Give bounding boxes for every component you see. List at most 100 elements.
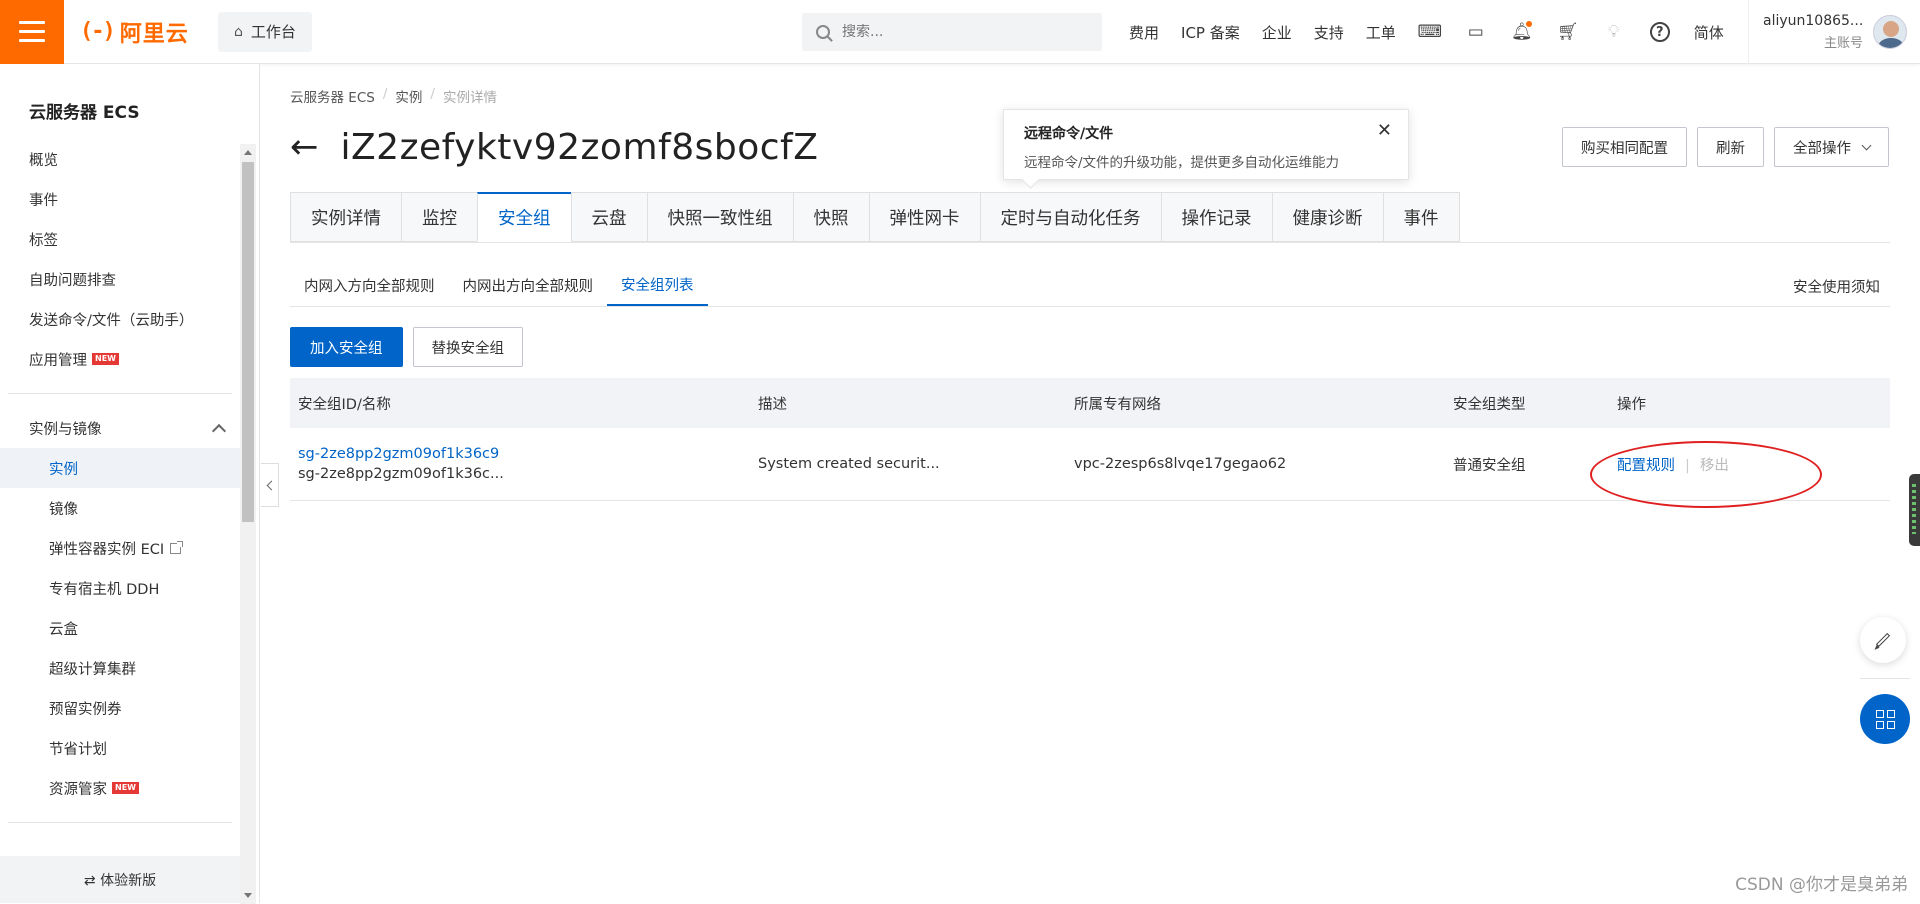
subtab-security-group-list[interactable]: 安全组列表 [607, 264, 708, 306]
apps-grid-button[interactable] [1860, 694, 1910, 744]
sidebar-item-label: 专有宿主机 DDH [49, 581, 160, 598]
language-switch[interactable]: 简体 [1694, 22, 1724, 43]
aliyun-logo[interactable]: (-) 阿里云 [80, 0, 200, 64]
sidebar-item-ddh[interactable]: 专有宿主机 DDH [0, 568, 240, 608]
table-row: sg-2ze8pp2gzm09of1k36c9 sg-2ze8pp2gzm09o… [290, 428, 1890, 501]
search-input[interactable] [842, 24, 1062, 40]
security-group-actions: 加入安全组 替换安全组 [290, 327, 523, 367]
sidebar: 云服务器 ECS 概览 事件 标签 自助问题排查 发送命令/文件（云助手） 应用… [0, 64, 260, 904]
tab-monitoring[interactable]: 监控 [401, 192, 477, 242]
popover-title: 远程命令/文件 [1024, 126, 1114, 142]
tab-eni[interactable]: 弹性网卡 [868, 192, 980, 242]
back-arrow-icon[interactable]: ← [290, 130, 319, 164]
tab-health-diagnosis[interactable]: 健康诊断 [1271, 192, 1383, 242]
tab-scheduled-tasks[interactable]: 定时与自动化任务 [979, 192, 1161, 242]
hamburger-menu-icon[interactable] [0, 0, 64, 64]
replace-security-group-button[interactable]: 替换安全组 [412, 327, 523, 367]
bulb-icon[interactable]: 💡︎ [1603, 21, 1625, 43]
sidebar-scrollbar[interactable] [240, 144, 256, 904]
sidebar-item-send-command[interactable]: 发送命令/文件（云助手） [0, 299, 240, 339]
header-actions: 购买相同配置 刷新 全部操作 [1562, 127, 1889, 167]
sidebar-item-app-management[interactable]: 应用管理 NEW [0, 339, 240, 379]
sidebar-item-resource-manager[interactable]: 资源管家 NEW [0, 768, 240, 808]
sidebar-item-label: 自助问题排查 [29, 272, 116, 289]
breadcrumb-separator: / [382, 86, 388, 102]
sidebar-item-tags[interactable]: 标签 [0, 219, 240, 259]
user-menu[interactable]: aliyun10865... 主账号 [1748, 0, 1920, 64]
sidebar-item-scc[interactable]: 超级计算集群 [0, 648, 240, 688]
breadcrumb-ecs[interactable]: 云服务器 ECS [290, 86, 375, 106]
breadcrumb-instances[interactable]: 实例 [395, 86, 422, 106]
global-search[interactable] [802, 13, 1102, 51]
tab-snapshot-consistency-groups[interactable]: 快照一致性组 [646, 192, 793, 242]
sidebar-item-instances[interactable]: 实例 [0, 448, 240, 488]
instance-tabs: 实例详情 监控 安全组 云盘 快照一致性组 快照 弹性网卡 定时与自动化任务 操… [290, 192, 1460, 242]
sidebar-collapse-button[interactable] [261, 463, 279, 507]
nav-ticket[interactable]: 工单 [1366, 22, 1396, 43]
buy-same-config-button[interactable]: 购买相同配置 [1562, 127, 1687, 167]
tab-operation-logs[interactable]: 操作记录 [1160, 192, 1272, 242]
operation-separator: | [1685, 457, 1690, 474]
configure-rules-link[interactable]: 配置规则 [1617, 458, 1675, 474]
cell-id-name: sg-2ze8pp2gzm09of1k36c9 sg-2ze8pp2gzm09o… [290, 446, 758, 482]
bell-icon[interactable]: 🔔︎ [1511, 21, 1533, 43]
sidebar-item-eci[interactable]: 弹性容器实例 ECI [0, 528, 240, 568]
tab-instance-details[interactable]: 实例详情 [290, 192, 401, 242]
refresh-button[interactable]: 刷新 [1697, 127, 1764, 167]
tab-security-groups[interactable]: 安全组 [477, 192, 571, 242]
watermark: CSDN @你才是臭弟弟 [1735, 875, 1908, 895]
nav-enterprise[interactable]: 企业 [1262, 22, 1292, 43]
nav-support[interactable]: 支持 [1314, 22, 1344, 43]
cell-type: 普通安全组 [1453, 457, 1526, 474]
cell-operations: 配置规则 | 移出 [1617, 454, 1890, 475]
all-operations-dropdown[interactable]: 全部操作 [1774, 127, 1889, 167]
close-icon[interactable]: ✕ [1377, 120, 1392, 141]
search-icon [816, 25, 830, 39]
feedback-edit-button[interactable] [1860, 617, 1906, 663]
sidebar-title: 云服务器 ECS [29, 103, 140, 123]
add-security-group-button[interactable]: 加入安全组 [290, 327, 403, 367]
terminal-icon[interactable]: ▭ [1465, 21, 1487, 43]
scrollbar-thumb[interactable] [242, 162, 254, 522]
nav-billing[interactable]: 费用 [1129, 22, 1159, 43]
code-icon[interactable]: ⌨ [1418, 21, 1443, 43]
tab-events[interactable]: 事件 [1382, 192, 1460, 242]
tab-disks[interactable]: 云盘 [570, 192, 647, 242]
chevron-left-icon [266, 480, 276, 490]
scroll-down-icon[interactable] [244, 893, 252, 898]
subtab-outbound-rules[interactable]: 内网出方向全部规则 [449, 264, 608, 306]
logo-mark: (-) [80, 19, 116, 44]
tab-snapshots[interactable]: 快照 [792, 192, 869, 242]
workbench-button[interactable]: ⌂ 工作台 [218, 11, 312, 52]
sidebar-item-savings-plan[interactable]: 节省计划 [0, 728, 240, 768]
avatar[interactable] [1873, 15, 1907, 49]
remote-command-popover: 远程命令/文件 远程命令/文件的升级功能，提供更多自动化运维能力 ✕ [1003, 109, 1409, 180]
external-link-icon [170, 540, 184, 554]
security-group-id-link[interactable]: sg-2ze8pp2gzm09of1k36c9 [298, 446, 758, 462]
user-role: 主账号 [1823, 36, 1863, 51]
subtab-inbound-rules[interactable]: 内网入方向全部规则 [290, 264, 449, 306]
sidebar-item-events[interactable]: 事件 [0, 179, 240, 219]
all-operations-label: 全部操作 [1793, 140, 1851, 157]
sidebar-item-label: 应用管理 [29, 352, 87, 369]
nav-icp[interactable]: ICP 备案 [1181, 22, 1240, 43]
try-new-version-button[interactable]: ⇄ 体验新版 [0, 856, 240, 903]
scroll-up-icon[interactable] [244, 150, 252, 155]
sidebar-item-cloud-box[interactable]: 云盒 [0, 608, 240, 648]
sidebar-item-label: 标签 [29, 232, 58, 249]
sidebar-item-reserved-instances[interactable]: 预留实例券 [0, 688, 240, 728]
cell-vpc: vpc-2zesp6s8lvqe17gegao62 [1074, 456, 1287, 472]
cell-description: System created securit... [758, 456, 940, 472]
sidebar-item-troubleshoot[interactable]: 自助问题排查 [0, 259, 240, 299]
help-icon[interactable]: ? [1649, 21, 1671, 43]
tabs-baseline [290, 242, 1890, 243]
sidebar-item-overview[interactable]: 概览 [0, 139, 240, 179]
security-notice-link[interactable]: 安全使用须知 [1793, 276, 1880, 297]
side-drawer-handle[interactable] [1909, 474, 1920, 546]
sidebar-item-images[interactable]: 镜像 [0, 488, 240, 528]
sidebar-group-instances-images[interactable]: 实例与镜像 [0, 408, 240, 448]
col-header-operations: 操作 [1617, 396, 1646, 413]
col-header-vpc: 所属专有网络 [1074, 396, 1161, 413]
sidebar-item-label: 预留实例券 [49, 701, 122, 718]
cart-icon[interactable]: 🛒︎ [1557, 21, 1579, 43]
